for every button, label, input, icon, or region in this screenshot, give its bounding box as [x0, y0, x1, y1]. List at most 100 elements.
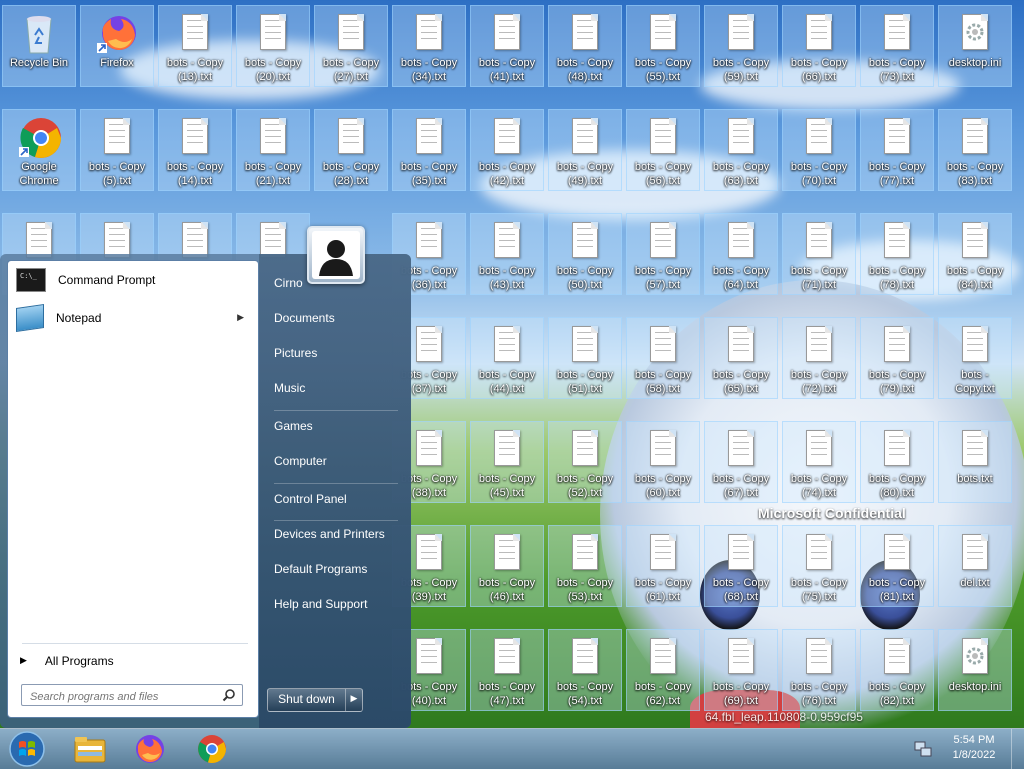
desktop-icon[interactable]: bots - Copy (47).txt — [470, 629, 544, 711]
desktop-icon[interactable]: bots - Copy (21).txt — [236, 109, 310, 191]
taskbar-chrome[interactable] — [184, 731, 240, 767]
system-clock[interactable]: 5:54 PM 1/8/2022 — [944, 733, 1004, 763]
desktop-icon[interactable]: del.txt — [938, 525, 1012, 607]
desktop-icon[interactable]: bots - Copy (51).txt — [548, 317, 622, 399]
desktop-icon[interactable]: bots - Copy (46).txt — [470, 525, 544, 607]
desktop-icon[interactable]: bots - Copy (48).txt — [548, 5, 622, 87]
taskbar-firefox[interactable] — [122, 731, 178, 767]
start-place-help-and-support[interactable]: Help and Support — [274, 597, 367, 611]
desktop-icon[interactable]: bots - Copy (63).txt — [704, 109, 778, 191]
shutdown-button[interactable]: Shut down ▶ — [267, 688, 363, 712]
desktop-icon[interactable]: desktop.ini — [938, 629, 1012, 711]
desktop-icon[interactable]: bots - Copy (77).txt — [860, 109, 934, 191]
desktop-icon[interactable]: bots - Copy (54).txt — [548, 629, 622, 711]
text-file-icon — [175, 13, 215, 55]
desktop-icon[interactable]: bots - Copy (5).txt — [80, 109, 154, 191]
desktop-icon[interactable]: bots - Copy (52).txt — [548, 421, 622, 503]
desktop-icon[interactable]: bots - Copy (50).txt — [548, 213, 622, 295]
start-place-documents[interactable]: Documents — [274, 311, 335, 325]
desktop-icon[interactable]: bots - Copy (55).txt — [626, 5, 700, 87]
start-orb-icon — [9, 731, 45, 767]
text-file-icon — [409, 533, 449, 575]
desktop-icon[interactable]: bots - Copy (78).txt — [860, 213, 934, 295]
desktop-icon[interactable]: bots - Copy (84).txt — [938, 213, 1012, 295]
desktop-icon[interactable]: bots - Copy (20).txt — [236, 5, 310, 87]
desktop-icon[interactable]: bots - Copy (79).txt — [860, 317, 934, 399]
show-desktop-button[interactable] — [1011, 729, 1024, 769]
desktop-icon[interactable]: bots - Copy (80).txt — [860, 421, 934, 503]
clock-date: 1/8/2022 — [952, 749, 996, 761]
program-command-prompt[interactable]: C:\_ Command Prompt — [16, 263, 252, 297]
desktop-icon[interactable]: bots - Copy (57).txt — [626, 213, 700, 295]
start-place-default-programs[interactable]: Default Programs — [274, 562, 367, 576]
program-notepad[interactable]: Notepad ▶ — [16, 301, 252, 335]
desktop-icon[interactable]: bots - Copy (66).txt — [782, 5, 856, 87]
desktop-icon[interactable]: bots - Copy (81).txt — [860, 525, 934, 607]
desktop-icon[interactable]: bots - Copy (45).txt — [470, 421, 544, 503]
desktop-icon[interactable]: bots - Copy (27).txt — [314, 5, 388, 87]
search-icon[interactable] — [222, 688, 236, 702]
recycle-bin-icon — [19, 13, 59, 55]
shutdown-label[interactable]: Shut down — [268, 689, 346, 711]
text-file-icon — [799, 13, 839, 55]
desktop-icon[interactable]: Recycle Bin — [2, 5, 76, 87]
desktop-icon[interactable]: bots - Copy (41).txt — [470, 5, 544, 87]
desktop-icon[interactable]: bots - Copy (65).txt — [704, 317, 778, 399]
desktop-icon[interactable]: bots - Copy (42).txt — [470, 109, 544, 191]
desktop-icon[interactable]: bots - Copy (68).txt — [704, 525, 778, 607]
desktop-icon[interactable]: bots - Copy (13).txt — [158, 5, 232, 87]
desktop-icon[interactable]: bots - Copy.txt — [938, 317, 1012, 399]
desktop-icon[interactable]: bots - Copy (74).txt — [782, 421, 856, 503]
start-place-control-panel[interactable]: Control Panel — [274, 492, 347, 506]
network-tray-icon[interactable] — [914, 740, 932, 758]
desktop-icon[interactable]: bots - Copy (76).txt — [782, 629, 856, 711]
desktop-icon[interactable]: bots - Copy (64).txt — [704, 213, 778, 295]
desktop-icon-label: bots - Copy (48).txt — [556, 57, 614, 83]
desktop-icon[interactable]: bots - Copy (14).txt — [158, 109, 232, 191]
desktop-icon[interactable]: Google Chrome — [2, 109, 76, 191]
desktop-icon[interactable]: bots - Copy (53).txt — [548, 525, 622, 607]
desktop-icon[interactable]: bots - Copy (73).txt — [860, 5, 934, 87]
desktop-icon[interactable]: bots - Copy (71).txt — [782, 213, 856, 295]
desktop-icon[interactable]: bots - Copy (44).txt — [470, 317, 544, 399]
start-place-music[interactable]: Music — [274, 381, 305, 395]
text-file-icon — [409, 637, 449, 679]
desktop-icon[interactable]: bots - Copy (69).txt — [704, 629, 778, 711]
desktop-icon[interactable]: bots - Copy (60).txt — [626, 421, 700, 503]
desktop-icon[interactable]: bots - Copy (70).txt — [782, 109, 856, 191]
desktop-icon[interactable]: bots - Copy (82).txt — [860, 629, 934, 711]
text-file-icon — [877, 429, 917, 471]
taskbar-file-explorer[interactable] — [62, 731, 118, 767]
desktop-icon[interactable]: bots - Copy (75).txt — [782, 525, 856, 607]
desktop-icon[interactable]: bots - Copy (49).txt — [548, 109, 622, 191]
desktop-icon[interactable]: bots - Copy (56).txt — [626, 109, 700, 191]
start-place-pictures[interactable]: Pictures — [274, 346, 317, 360]
desktop-icon[interactable]: bots - Copy (62).txt — [626, 629, 700, 711]
desktop-icon[interactable]: bots.txt — [938, 421, 1012, 503]
shutdown-options-arrow-icon[interactable]: ▶ — [346, 689, 362, 711]
desktop-icon[interactable]: bots - Copy (34).txt — [392, 5, 466, 87]
start-button[interactable] — [0, 731, 54, 767]
user-avatar[interactable] — [307, 226, 365, 284]
desktop-icon[interactable]: bots - Copy (28).txt — [314, 109, 388, 191]
desktop-icon[interactable]: bots - Copy (43).txt — [470, 213, 544, 295]
desktop-icon[interactable]: bots - Copy (61).txt — [626, 525, 700, 607]
desktop-icon-label: bots - Copy (77).txt — [868, 161, 926, 187]
start-place-cirno[interactable]: Cirno — [274, 276, 303, 290]
desktop-icon[interactable]: bots - Copy (35).txt — [392, 109, 466, 191]
desktop-icon[interactable]: bots - Copy (83).txt — [938, 109, 1012, 191]
start-place-devices-and-printers[interactable]: Devices and Printers — [274, 527, 385, 541]
desktop-icon[interactable]: bots - Copy (59).txt — [704, 5, 778, 87]
desktop-icon[interactable]: Firefox — [80, 5, 154, 87]
start-search-input[interactable] — [28, 687, 218, 707]
desktop-icon[interactable]: bots - Copy (67).txt — [704, 421, 778, 503]
desktop-icon[interactable]: desktop.ini — [938, 5, 1012, 87]
submenu-arrow-icon[interactable]: ▶ — [237, 313, 244, 323]
taskbar: 5:54 PM 1/8/2022 — [0, 728, 1024, 769]
start-place-computer[interactable]: Computer — [274, 454, 327, 468]
start-place-games[interactable]: Games — [274, 419, 313, 433]
desktop-icon[interactable]: bots - Copy (72).txt — [782, 317, 856, 399]
all-programs-button[interactable]: ▶ All Programs — [16, 649, 252, 673]
desktop-icon[interactable]: bots - Copy (58).txt — [626, 317, 700, 399]
start-search-box[interactable] — [21, 684, 243, 707]
